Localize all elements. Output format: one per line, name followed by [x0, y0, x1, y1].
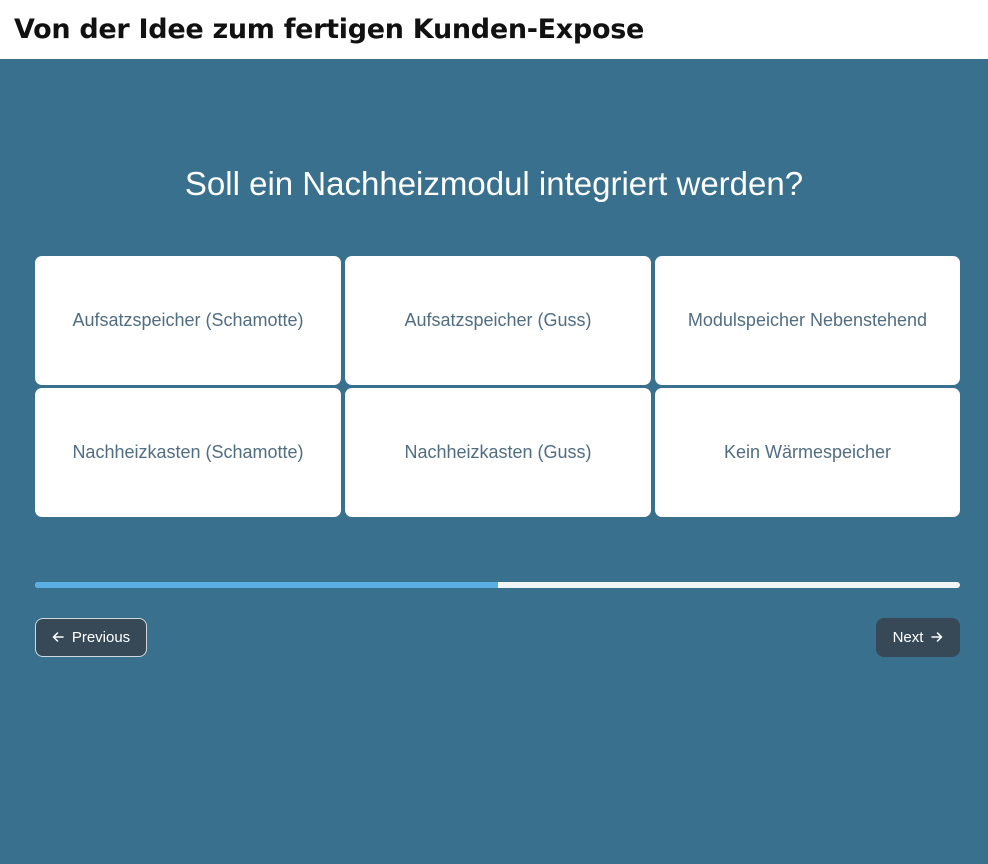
- progress-fill: [35, 582, 498, 588]
- option-card[interactable]: Nachheizkasten (Guss): [345, 388, 651, 517]
- options-grid: Aufsatzspeicher (Schamotte) Aufsatzspeic…: [35, 256, 960, 517]
- arrow-left-icon: [52, 630, 64, 646]
- option-card[interactable]: Aufsatzspeicher (Schamotte): [35, 256, 341, 385]
- option-label: Nachheizkasten (Schamotte): [72, 442, 304, 462]
- option-card[interactable]: Kein Wärmespeicher: [655, 388, 960, 517]
- option-label: Nachheizkasten (Guss): [404, 442, 592, 462]
- next-button[interactable]: Next: [876, 618, 960, 657]
- option-label: Modulspeicher Nebenstehend: [687, 310, 928, 330]
- option-label: Aufsatzspeicher (Schamotte): [72, 310, 304, 330]
- progress-bar: [35, 582, 960, 588]
- question-text: Soll ein Nachheizmodul integriert werden…: [184, 165, 804, 202]
- page-header: Von der Idee zum fertigen Kunden-Expose: [0, 0, 988, 59]
- page-title: Von der Idee zum fertigen Kunden-Expose: [14, 14, 644, 45]
- previous-button[interactable]: Previous: [35, 618, 147, 657]
- option-card[interactable]: Nachheizkasten (Schamotte): [35, 388, 341, 517]
- option-card[interactable]: Modulspeicher Nebenstehend: [655, 256, 960, 385]
- survey-panel: Soll ein Nachheizmodul integriert werden…: [0, 59, 988, 864]
- option-card[interactable]: Aufsatzspeicher (Guss): [345, 256, 651, 385]
- option-label: Kein Wärmespeicher: [723, 442, 892, 462]
- arrow-right-icon: [931, 630, 943, 646]
- option-label: Aufsatzspeicher (Guss): [404, 310, 592, 330]
- next-button-label: Next: [892, 629, 924, 646]
- previous-button-label: Previous: [71, 629, 131, 646]
